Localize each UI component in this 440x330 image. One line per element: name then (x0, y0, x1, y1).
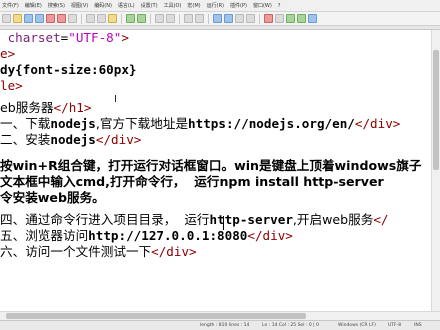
menu-file[interactable]: 文件(F) (2, 2, 19, 9)
code-line: dy{font-size:60px} (0, 62, 137, 77)
find-icon[interactable] (155, 14, 164, 23)
code-line: 二、安装nodejs</div> (0, 132, 142, 147)
undo-icon[interactable] (126, 14, 135, 23)
menu-help[interactable]: ? (278, 3, 281, 9)
menu-encoding[interactable]: 编码(N) (94, 2, 112, 9)
code-line: 五、浏览器访问http://127.0.0.1:8080</div> (0, 228, 293, 243)
indent-guide-icon[interactable] (246, 14, 255, 23)
status-eol: Windows (CR LF) (338, 323, 376, 328)
menu-tools[interactable]: 工具(O) (164, 2, 182, 9)
text-caret (223, 216, 224, 230)
code-editor[interactable]: charset="UTF-8"> e> dy{font-size:60px} l… (0, 30, 431, 311)
code-line: e> (0, 46, 16, 61)
run-macro-multiple-icon[interactable] (297, 14, 306, 23)
status-position: Ln : 14 Col : 25 Sel : 0 | 0 (262, 323, 319, 328)
menu-language[interactable]: 语言(L) (118, 2, 135, 9)
zoom-out-icon[interactable] (195, 14, 204, 23)
sync-scroll-icon[interactable] (213, 14, 222, 23)
menu-search[interactable]: 搜索(S) (48, 2, 65, 9)
menu-plugins[interactable]: 插件(P) (230, 2, 247, 9)
text-cursor-icon: I (114, 94, 117, 105)
print-icon[interactable] (68, 14, 77, 23)
menu-window[interactable]: 窗口(W) (253, 2, 272, 9)
code-line: 令安装web服务。 (0, 190, 105, 205)
replace-icon[interactable] (166, 14, 175, 23)
horizontal-scrollbar[interactable] (0, 311, 440, 320)
stop-macro-icon[interactable] (275, 14, 284, 23)
close-icon[interactable] (46, 14, 55, 23)
toolbar-divider (150, 13, 151, 24)
close-all-icon[interactable] (57, 14, 66, 23)
toolbar-divider (208, 13, 209, 24)
code-line: 六、访问一个文件测试一下</div> (0, 244, 197, 259)
menu-view[interactable]: 视图(V) (71, 2, 88, 9)
zoom-in-icon[interactable] (184, 14, 193, 23)
play-macro-icon[interactable] (286, 14, 295, 23)
menu-run[interactable]: 运行(R) (207, 2, 224, 9)
status-mode: INS (414, 323, 422, 328)
toolbar-divider (81, 13, 82, 24)
menu-settings[interactable]: 设置(T) (141, 2, 158, 9)
show-all-chars-icon[interactable] (235, 14, 244, 23)
menu-bar: 文件(F) 编辑(E) 搜索(S) 视图(V) 编码(N) 语言(L) 设置(T… (0, 0, 440, 12)
word-wrap-icon[interactable] (224, 14, 233, 23)
code-line: 按win+R组合键，打开运行对话框窗口。win是键盘上顶着windows旗子 (0, 158, 422, 173)
toolbar-divider (179, 13, 180, 24)
status-bar: length : 810 lines : 14 Ln : 14 Col : 25… (0, 320, 440, 330)
code-line: 文本框中输入cmd,打开命令行， 运行npm install http-serv… (0, 174, 384, 189)
copy-icon[interactable] (97, 14, 106, 23)
status-length: length : 810 lines : 14 (200, 323, 250, 328)
horizontal-scroll-thumb[interactable] (6, 313, 306, 319)
save-macro-icon[interactable] (308, 14, 317, 23)
menu-edit[interactable]: 编辑(E) (25, 2, 42, 9)
code-line: 一、下载nodejs,官方下载地址是https://nodejs.org/en/… (0, 116, 401, 131)
open-file-icon[interactable] (13, 14, 22, 23)
redo-icon[interactable] (137, 14, 146, 23)
new-file-icon[interactable] (2, 14, 11, 23)
vertical-scroll-thumb[interactable] (433, 50, 439, 170)
toolbar-divider (121, 13, 122, 24)
paste-icon[interactable] (108, 14, 117, 23)
code-line: le> (0, 78, 23, 93)
save-icon[interactable] (24, 14, 33, 23)
toolbar-divider (259, 13, 260, 24)
status-encoding: UTF-8 (388, 323, 402, 328)
code-line: eb服务器</h1> (0, 100, 92, 115)
toolbar (0, 12, 440, 26)
cut-icon[interactable] (86, 14, 95, 23)
code-line: 四、通过命令行进入项目目录， 运行http-server,开启web服务</ (0, 212, 389, 227)
save-all-icon[interactable] (35, 14, 44, 23)
code-line: charset="UTF-8"> (7, 30, 129, 45)
record-macro-icon[interactable] (264, 14, 273, 23)
menu-macro[interactable]: 宏(M) (187, 2, 200, 9)
vertical-scrollbar[interactable] (431, 30, 440, 311)
